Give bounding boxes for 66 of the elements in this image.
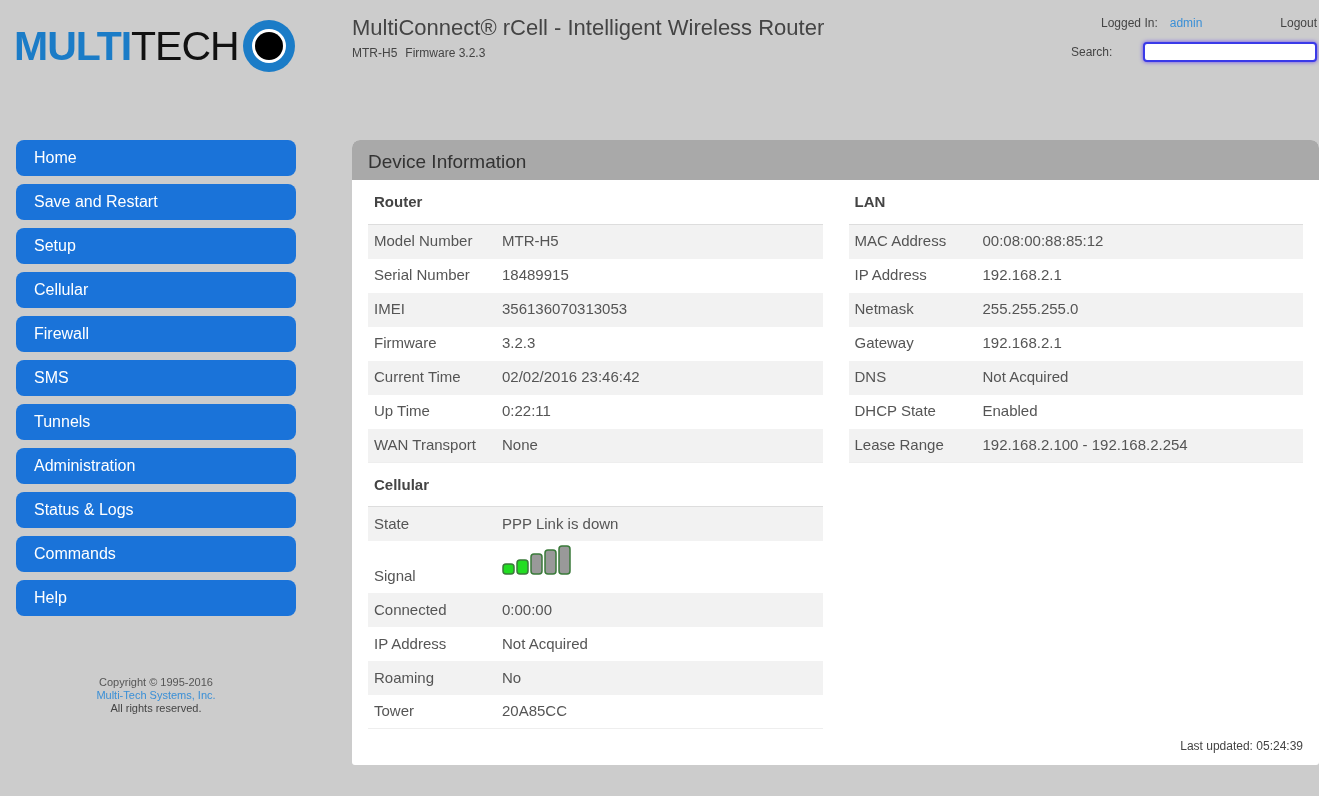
field-label: DHCP State <box>853 401 937 422</box>
field-value: No <box>502 667 522 688</box>
field-label: Firmware <box>373 333 438 354</box>
field-label: IP Address <box>373 633 448 654</box>
page-title: MultiConnect® rCell - Intelligent Wireless Router <box>352 14 826 42</box>
nav-button[interactable]: Status & Logs <box>16 492 296 528</box>
copyright-text: Copyright © 1995-2016 <box>99 676 213 689</box>
field-label: State <box>373 513 411 534</box>
logo: MULTITECH <box>14 25 239 67</box>
field-label: IP Address <box>853 265 928 286</box>
field-value: Not Acquired <box>502 633 588 654</box>
nav-button[interactable]: Administration <box>16 448 296 484</box>
field-label: MAC Address <box>853 231 948 252</box>
nav-button[interactable]: SMS <box>16 360 296 396</box>
field-label: Lease Range <box>853 434 945 455</box>
firmware-text: Firmware 3.2.3 <box>405 44 486 62</box>
field-value: Enabled <box>982 401 1038 422</box>
field-value: 192.168.2.100 - 192.168.2.254 <box>982 434 1188 455</box>
search-field[interactable] <box>1143 42 1317 62</box>
nav-button[interactable]: Help <box>16 580 296 616</box>
field-value: 02/02/2016 23:46:42 <box>502 367 640 388</box>
field-value: 3.2.3 <box>502 333 536 354</box>
logo-icon <box>241 19 296 73</box>
field-label: Roaming <box>373 667 436 688</box>
field-label: Signal <box>373 565 417 586</box>
field-label: Current Time <box>373 367 462 388</box>
field-value: 0:22:11 <box>502 401 551 422</box>
field-label: WAN Transport <box>373 434 477 455</box>
logged-in-label: Logged In: <box>1101 15 1158 32</box>
field-value: 20A85CC <box>502 701 568 722</box>
last-updated-text: Last updated: 05:24:39 <box>1180 738 1303 755</box>
field-value: 18489915 <box>502 265 569 286</box>
field-label: Tower <box>373 701 415 722</box>
nav-button[interactable]: Firewall <box>16 316 296 352</box>
nav-button[interactable]: Home <box>16 140 296 176</box>
field-label: Connected <box>373 599 448 620</box>
field-label: Serial Number <box>373 265 471 286</box>
field-label: DNS <box>853 367 888 388</box>
field-value: 255.255.255.0 <box>982 299 1079 320</box>
rights-text: All rights reserved. <box>110 702 202 715</box>
field-label: IMEI <box>373 299 406 320</box>
section-heading: Router <box>368 188 823 225</box>
nav-button[interactable]: Cellular <box>16 272 296 308</box>
field-label: Netmask <box>853 299 915 320</box>
signal-icon <box>502 545 574 575</box>
field-label: Model Number <box>373 231 474 252</box>
model-text: MTR-H5 <box>352 44 398 62</box>
field-value: 192.168.2.1 <box>982 265 1062 286</box>
field-value: 00:08:00:88:85:12 <box>982 231 1104 252</box>
nav-button[interactable]: Save and Restart <box>16 184 296 220</box>
nav-button[interactable]: Commands <box>16 536 296 572</box>
field-value: MTR-H5 <box>502 231 559 252</box>
field-value: 0:00:00 <box>502 599 553 620</box>
search-label: Search: <box>1071 44 1113 61</box>
nav-button[interactable]: Tunnels <box>16 404 296 440</box>
field-label: Up Time <box>373 401 431 422</box>
field-value: PPP Link is down <box>502 513 619 534</box>
panel-title: Device Information <box>352 140 1319 180</box>
field-value: 356136070313053 <box>502 299 628 320</box>
field-value: None <box>502 434 538 455</box>
logout-link[interactable]: Logout <box>1280 14 1317 32</box>
field-value: 192.168.2.1 <box>982 333 1062 354</box>
field-label: Gateway <box>853 333 915 354</box>
field-value: Not Acquired <box>982 367 1069 388</box>
nav-button[interactable]: Setup <box>16 228 296 264</box>
section-heading: LAN <box>848 188 1303 225</box>
